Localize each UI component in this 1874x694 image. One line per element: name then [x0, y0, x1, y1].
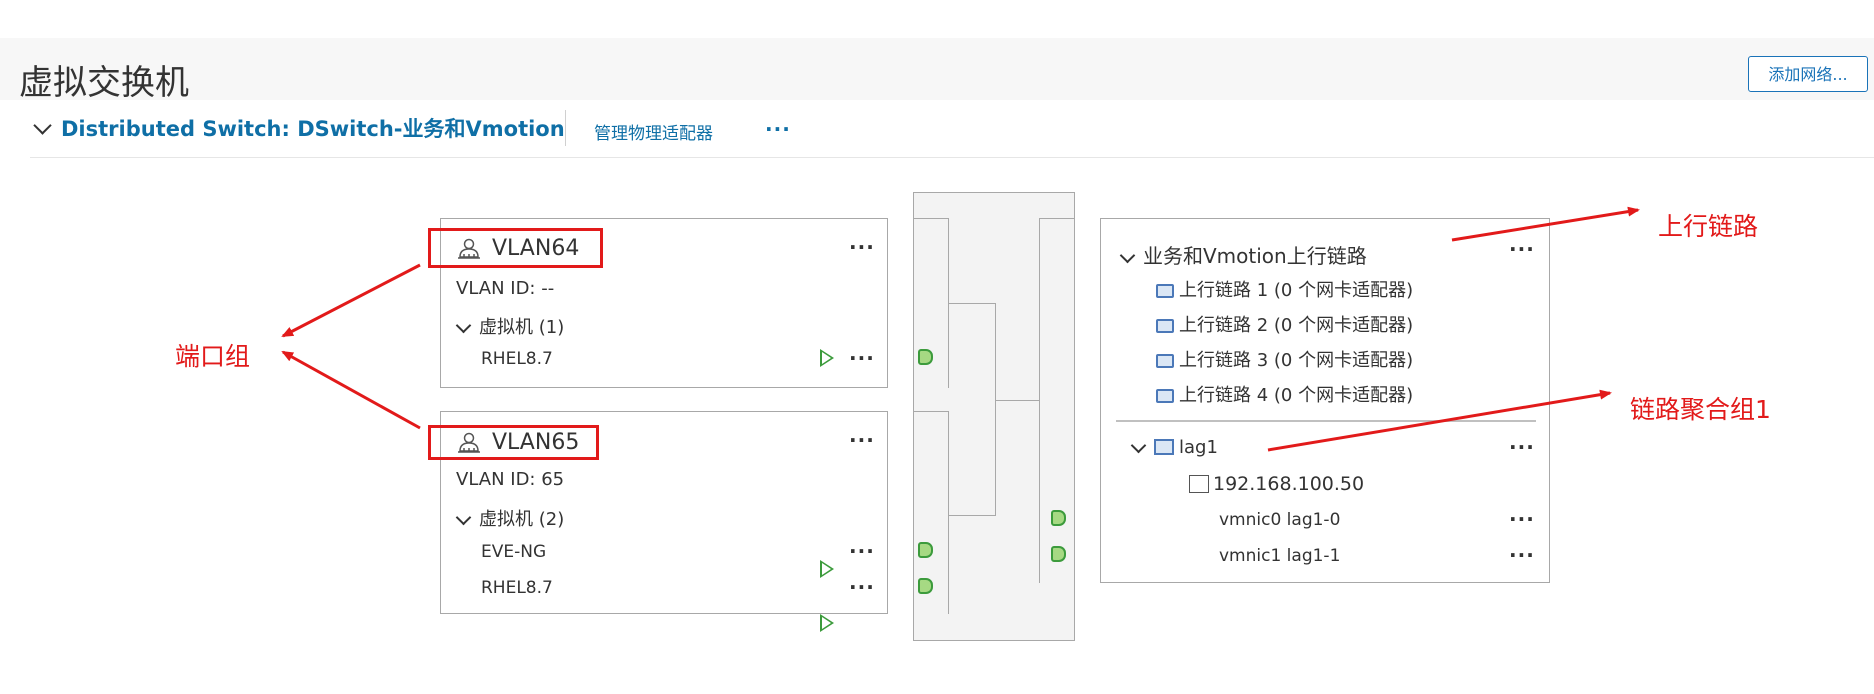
annotation-arrows — [281, 206, 1640, 452]
